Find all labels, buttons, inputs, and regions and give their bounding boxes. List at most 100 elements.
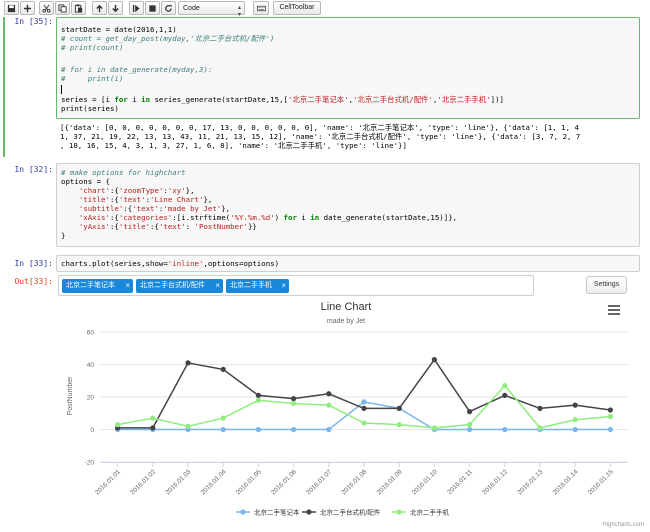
- paste-button[interactable]: [71, 1, 86, 15]
- remove-tag-icon[interactable]: ×: [125, 279, 130, 293]
- data-point: [537, 425, 543, 431]
- restart-button[interactable]: [161, 1, 176, 15]
- y-tick-label: -20: [85, 460, 95, 467]
- data-point: [537, 405, 543, 411]
- stop-icon: [149, 4, 156, 12]
- legend-marker: [240, 509, 246, 515]
- add-cell-button[interactable]: [20, 1, 35, 15]
- x-tick-label: 2016.01.15: [587, 468, 615, 496]
- series-selector[interactable]: 北京二手笔记本 × 北京二手台式机/配件 × 北京二手手机 ×: [58, 275, 534, 296]
- settings-button[interactable]: Settings: [586, 276, 627, 294]
- data-point: [361, 399, 367, 405]
- chart-credits[interactable]: Highcharts.com: [602, 522, 644, 528]
- command-palette-button[interactable]: [253, 1, 269, 15]
- data-point: [502, 383, 508, 389]
- data-point: [115, 422, 121, 428]
- code-input[interactable]: charts.plot(series,show='inline',options…: [56, 255, 640, 272]
- data-point: [291, 396, 297, 402]
- run-icon: [132, 4, 140, 12]
- data-point: [291, 400, 297, 407]
- move-up-button[interactable]: [92, 1, 107, 15]
- code-comment: # count = get_day_post(myday,'北京二手台式机/配件…: [61, 34, 275, 43]
- data-point: [396, 422, 402, 428]
- arrow-down-icon: [112, 4, 119, 12]
- output-line: [{'data': [0, 0, 0, 0, 0, 0, 0, 17, 13, …: [60, 123, 579, 132]
- arrow-up-icon: [96, 4, 103, 12]
- legend-label: 北京二手笔记本: [254, 508, 300, 517]
- hamburger-menu-icon[interactable]: [608, 305, 620, 315]
- code-line: 'title':{'text':'Line Chart'},: [78, 195, 213, 204]
- run-button[interactable]: [129, 1, 144, 15]
- output-prompt: Out[33]:: [14, 277, 53, 286]
- chart-subtitle: made by Jet: [327, 318, 365, 325]
- y-tick-label: 20: [87, 395, 95, 402]
- series-group: [115, 357, 614, 431]
- cell-type-select[interactable]: Code ▴ ▾: [178, 1, 245, 18]
- series-tag[interactable]: 北京二手手机 ×: [226, 279, 289, 293]
- y-tick-label: 40: [87, 362, 95, 369]
- code-line: 'subtitle':{'text':'made by Jet'},: [78, 204, 231, 213]
- restart-icon: [165, 4, 172, 12]
- input-prompt: In [33]:: [14, 259, 53, 268]
- move-down-button[interactable]: [108, 1, 123, 15]
- data-point: [291, 426, 297, 433]
- data-point: [502, 426, 508, 433]
- data-point: [255, 392, 261, 398]
- code-line: print(series): [61, 104, 119, 113]
- series-line: [117, 358, 611, 429]
- y-axis-title: PostNumber: [67, 376, 74, 416]
- series-tag[interactable]: 北京二手台式机/配件 ×: [136, 279, 223, 293]
- data-point: [431, 425, 437, 431]
- remove-tag-icon[interactable]: ×: [281, 279, 286, 293]
- data-point: [431, 357, 437, 363]
- code-line: series = [i for i in series_generate(sta…: [61, 95, 504, 104]
- data-point: [220, 426, 226, 433]
- code-comment: # for i in date_generate(myday,3):: [61, 65, 213, 74]
- x-tick-label: 2016.01.03: [164, 468, 192, 496]
- selected-cell-marker: [3, 17, 5, 157]
- y-tick-label: 60: [87, 330, 95, 337]
- copy-button[interactable]: [55, 1, 70, 15]
- code-input[interactable]: # make options for highchart options = {…: [56, 163, 640, 247]
- legend-item[interactable]: 北京二手手机: [392, 508, 450, 517]
- x-tick-label: 2016.01.09: [376, 468, 404, 496]
- output-line: 1, 37, 21, 19, 22, 13, 13, 43, 11, 21, 1…: [60, 132, 581, 141]
- cell-toolbar-button[interactable]: CellToolbar: [273, 1, 321, 15]
- x-tick-label: 2016.01.14: [552, 468, 580, 496]
- x-tick-label: 2016.01.05: [235, 468, 263, 496]
- copy-icon: [58, 3, 67, 13]
- code-input[interactable]: startDate = date(2016,1,1) # count = get…: [56, 17, 640, 119]
- code-comment: # print(i): [61, 74, 124, 83]
- code-comment: # print(count): [61, 43, 124, 52]
- series-tag[interactable]: 北京二手笔记本 ×: [62, 279, 133, 293]
- data-point: [467, 426, 473, 433]
- code-line: 'chart':{'zoomType':'xy'},: [78, 186, 195, 195]
- remove-tag-icon[interactable]: ×: [215, 279, 220, 293]
- data-point: [572, 417, 578, 423]
- plus-icon: [23, 4, 32, 12]
- x-tick-label: 2016.01.10: [411, 468, 439, 496]
- legend-item[interactable]: 北京二手笔记本: [236, 508, 300, 517]
- chart-title: Line Chart: [321, 301, 372, 313]
- code-line: startDate = date(2016,1,1): [61, 25, 177, 34]
- cut-button[interactable]: [39, 1, 54, 15]
- legend-label: 北京二手手机: [410, 508, 450, 517]
- output-line: , 18, 16, 15, 4, 3, 1, 3, 27, 1, 6, 8], …: [60, 141, 407, 150]
- x-tick-label: 2016.01.12: [481, 468, 509, 496]
- data-point: [361, 420, 367, 426]
- x-tick-label: 2016.01.13: [516, 468, 544, 496]
- x-tick-label: 2016.01.08: [340, 468, 368, 496]
- data-point: [502, 392, 508, 398]
- data-point: [572, 402, 578, 408]
- stop-button[interactable]: [145, 1, 160, 15]
- data-point: [607, 426, 614, 433]
- legend-item[interactable]: 北京二手台式机/配件: [302, 508, 381, 517]
- legend-marker: [306, 509, 312, 515]
- data-point: [572, 426, 578, 433]
- save-icon: [7, 4, 16, 12]
- line-chart: Line Chart made by Jet PostNumber -20 0 20…: [58, 298, 650, 532]
- data-point: [607, 413, 614, 420]
- save-button[interactable]: [4, 1, 19, 15]
- chart-canvas: Line Chart made by Jet PostNumber -20 0 20…: [67, 301, 644, 528]
- x-tick-label: 2016.01.11: [446, 468, 474, 496]
